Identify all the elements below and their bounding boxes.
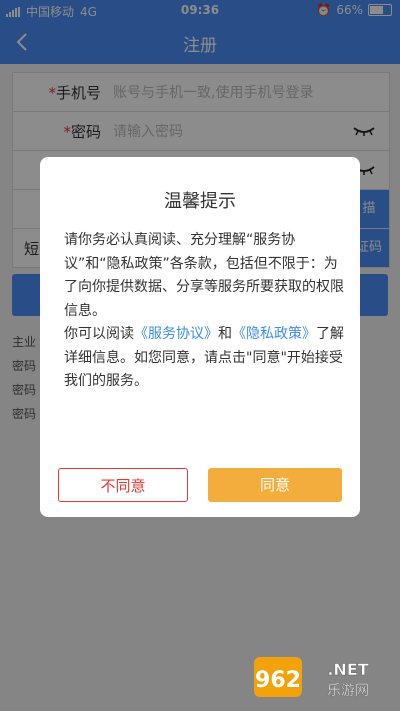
privacy-policy-link[interactable]: 《隐私政策》 bbox=[232, 326, 316, 342]
svg-text:乐游网: 乐游网 bbox=[327, 683, 369, 699]
dialog-paragraph: 请你务必认真阅读、充分理解“服务协议”和“隐私政策”各条款，包括但不限于：为了向… bbox=[64, 232, 344, 319]
svg-text:962: 962 bbox=[255, 668, 301, 693]
privacy-dialog: 温馨提示 请你务必认真阅读、充分理解“服务协议”和“隐私政策”各条款，包括但不限… bbox=[40, 157, 360, 517]
disagree-button[interactable]: 不同意 bbox=[58, 468, 188, 502]
watermark-logo: 962 .NET 乐游网 bbox=[252, 653, 392, 703]
dialog-body: 请你务必认真阅读、充分理解“服务协议”和“隐私政策”各条款，包括但不限于：为了向… bbox=[64, 229, 346, 394]
agree-button[interactable]: 同意 bbox=[208, 468, 342, 502]
svg-text:.NET: .NET bbox=[327, 660, 368, 679]
dialog-title: 温馨提示 bbox=[164, 191, 236, 212]
dialog-paragraph: 你可以阅读《服务协议》和《隐私政策》了解详细信息。如您同意，请点击"同意"开始接… bbox=[64, 323, 346, 394]
watermark-graphic: 962 .NET 乐游网 bbox=[254, 657, 369, 699]
service-agreement-link[interactable]: 《服务协议》 bbox=[134, 326, 218, 342]
dialog-text: 和 bbox=[218, 326, 232, 342]
dialog-text: 你可以阅读 bbox=[64, 326, 134, 342]
